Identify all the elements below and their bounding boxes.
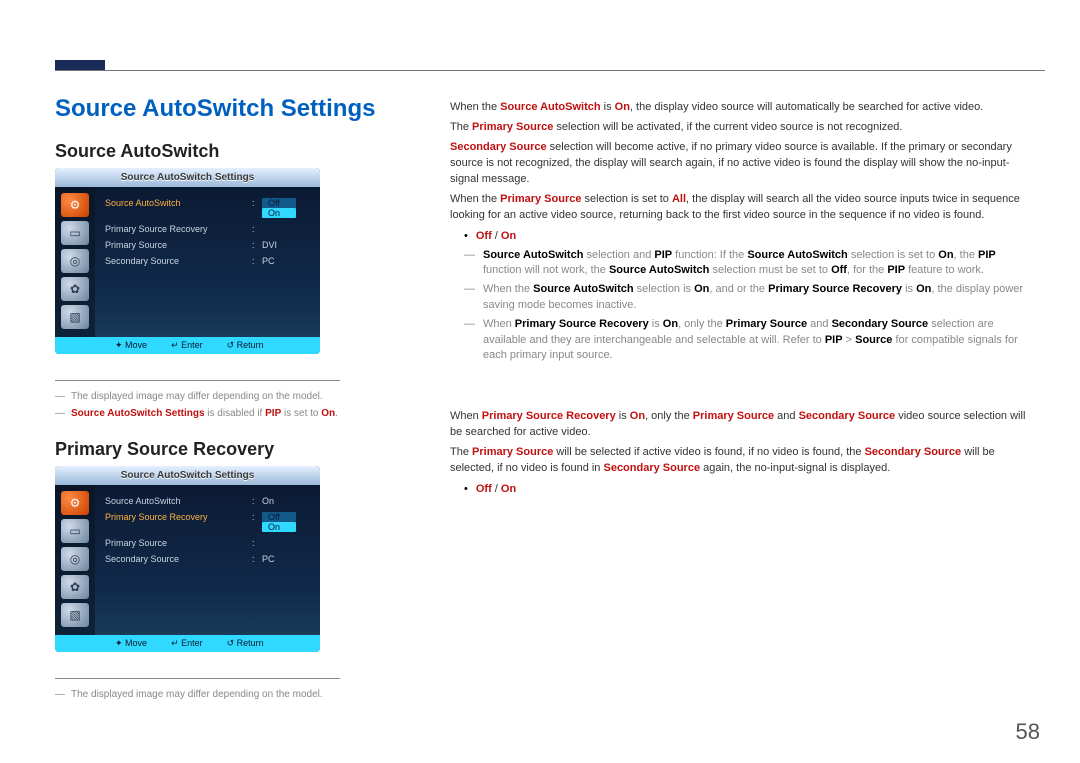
settings2-icon: ✿ [61,277,89,301]
osd-option-on: On [262,208,296,218]
osd-item-value: PC [262,256,310,266]
body-text: The Primary Source will be selected if a… [450,445,1035,477]
section-heading-1: Source AutoSwitch [55,141,385,162]
osd-row: Secondary Source : PC [105,551,310,567]
osd-icon-column: ⚙ ▭ ◎ ✿ ▧ [55,485,95,635]
osd-menu-list: Source AutoSwitch : On Primary Source Re… [95,485,320,635]
osd-row: Secondary Source : PC [105,253,310,269]
multi-icon: ▧ [61,603,89,627]
osd-row: Source AutoSwitch : Off On [105,195,310,221]
osd-enter-hint: ↵ Enter [171,340,203,351]
osd-item-label: Secondary Source [105,554,252,564]
sound-icon: ◎ [61,249,89,273]
body-text: When the Primary Source selection is set… [450,192,1035,224]
header-rule [55,70,1045,71]
settings-icon: ⚙ [61,491,89,515]
option-bullet: •Off / On [464,483,1035,495]
left-column: Source AutoSwitch Settings Source AutoSw… [55,95,385,706]
body-text: Secondary Source selection will become a… [450,140,1035,188]
osd-item-label: Primary Source Recovery [105,224,252,234]
osd-icon-column: ⚙ ▭ ◎ ✿ ▧ [55,187,95,337]
osd-item-label: Primary Source [105,240,252,250]
osd-title: Source AutoSwitch Settings [55,466,320,485]
right-column: When the Source AutoSwitch is On, the di… [450,100,1035,501]
multi-icon: ▧ [61,305,89,329]
osd-row: Primary Source Recovery : [105,221,310,237]
notes-block-1: ―The displayed image may differ dependin… [55,380,340,419]
header-accent [55,60,105,70]
picture-icon: ▭ [61,221,89,245]
note-dash: ―When the Source AutoSwitch selection is… [464,282,1035,313]
osd-item-label: Primary Source Recovery [105,512,252,532]
osd-screenshot-2: Source AutoSwitch Settings ⚙ ▭ ◎ ✿ ▧ Sou… [55,466,320,652]
body-text: When Primary Source Recovery is On, only… [450,409,1035,441]
note-text: The displayed image may differ depending… [71,391,323,402]
body-text: When the Source AutoSwitch is On, the di… [450,100,1035,116]
section-heading-2: Primary Source Recovery [55,439,385,460]
osd-row: Source AutoSwitch : On [105,493,310,509]
osd-row: Primary Source : DVI [105,237,310,253]
settings2-icon: ✿ [61,575,89,599]
osd-item-value: On [262,496,310,506]
body-text: The Primary Source selection will be act… [450,120,1035,136]
osd-move-hint: ✦ Move [115,638,147,649]
osd-option-on: On [262,522,296,532]
osd-screenshot-1: Source AutoSwitch Settings ⚙ ▭ ◎ ✿ ▧ Sou… [55,168,320,354]
note-dash: ―When Primary Source Recovery is On, onl… [464,317,1035,363]
osd-title: Source AutoSwitch Settings [55,168,320,187]
osd-menu-list: Source AutoSwitch : Off On Primary Sourc… [95,187,320,337]
osd-item-label: Primary Source [105,538,252,548]
page-number: 58 [1016,719,1040,745]
osd-option-off: Off [262,512,296,522]
osd-item-label: Secondary Source [105,256,252,266]
osd-item-label: Source AutoSwitch [105,496,252,506]
osd-row: Primary Source Recovery : Off On [105,509,310,535]
osd-footer: ✦ Move ↵ Enter ↺ Return [55,635,320,652]
osd-move-hint: ✦ Move [115,340,147,351]
osd-item-value: PC [262,554,310,564]
osd-item-label: Source AutoSwitch [105,198,252,218]
note-text: The displayed image may differ depending… [71,689,323,700]
osd-return-hint: ↺ Return [227,638,264,649]
osd-item-value: DVI [262,240,310,250]
option-bullet: •Off / On [464,230,1035,242]
osd-enter-hint: ↵ Enter [171,638,203,649]
page-title: Source AutoSwitch Settings [55,95,385,123]
osd-item-value [262,538,310,548]
note-dash: ―Source AutoSwitch selection and PIP fun… [464,248,1035,279]
osd-option-off: Off [262,198,296,208]
sound-icon: ◎ [61,547,89,571]
osd-footer: ✦ Move ↵ Enter ↺ Return [55,337,320,354]
notes-block-2: ―The displayed image may differ dependin… [55,678,340,700]
picture-icon: ▭ [61,519,89,543]
osd-row: Primary Source : [105,535,310,551]
osd-return-hint: ↺ Return [227,340,264,351]
settings-icon: ⚙ [61,193,89,217]
note-text: Source AutoSwitch Settings is disabled i… [71,408,338,419]
osd-item-value [262,224,310,234]
